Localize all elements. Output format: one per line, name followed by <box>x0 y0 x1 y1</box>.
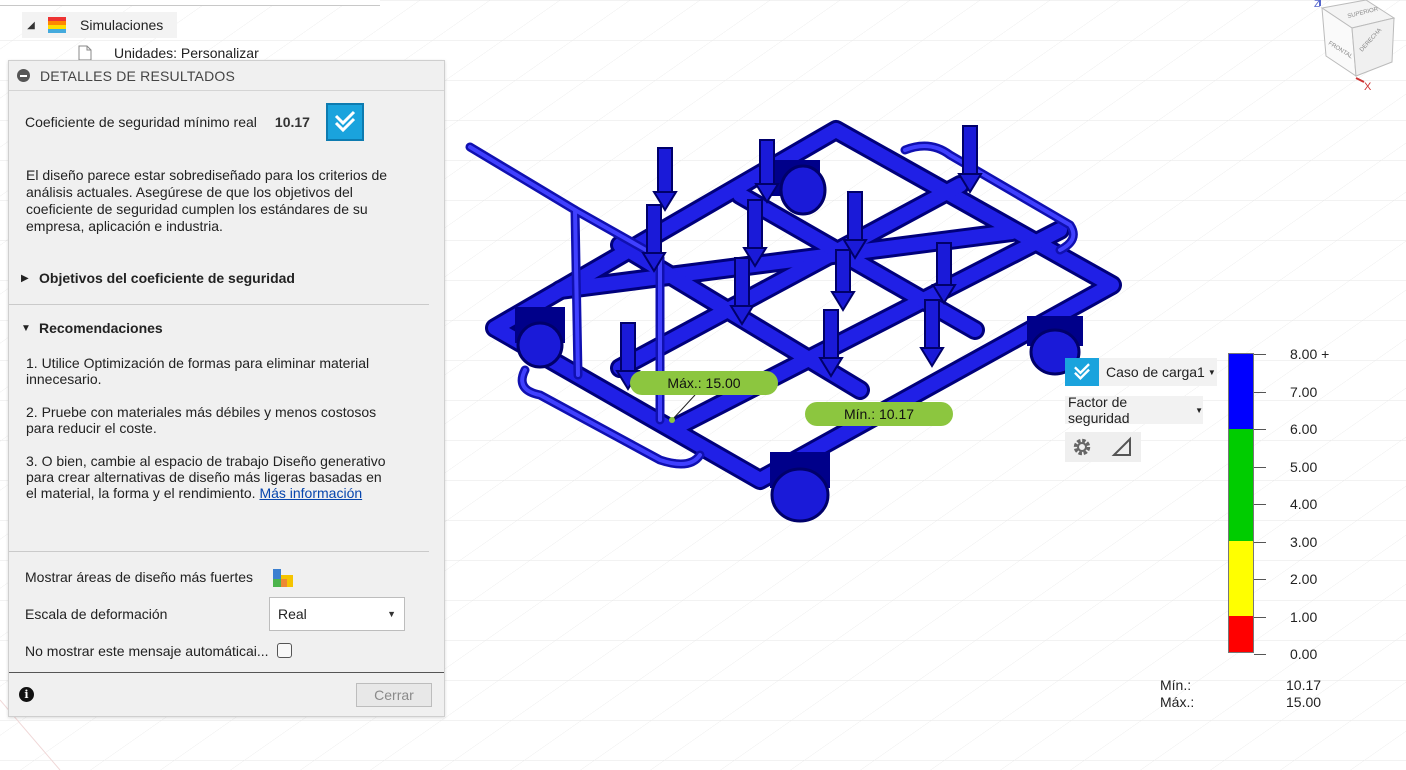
axis-x-line <box>1355 77 1365 83</box>
min-safety-factor-row: Coeficiente de seguridad mínimo real 10.… <box>25 103 364 141</box>
legend-tick <box>1254 541 1266 543</box>
expand-arrow-icon[interactable]: ◢ <box>22 20 40 31</box>
tree-item-label: Simulaciones <box>80 17 164 33</box>
section-recommendations-label: Recomendaciones <box>39 320 163 336</box>
divider <box>9 551 429 552</box>
section-objectives-label: Objetivos del coeficiente de seguridad <box>39 270 295 286</box>
legend-tick <box>1254 616 1266 618</box>
color-legend-bar <box>1228 353 1254 653</box>
summary-min-label: Mín.: <box>1160 677 1192 693</box>
recommendation-item: 2. Pruebe con materiales más débiles y m… <box>26 404 377 436</box>
close-button[interactable]: Cerrar <box>356 683 432 707</box>
collapse-triangle-icon: ▼ <box>21 322 31 334</box>
info-icon[interactable]: i <box>19 687 34 702</box>
panel-header[interactable]: DETALLES DE RESULTADOS <box>9 61 444 91</box>
legend-segment-red <box>1229 616 1253 652</box>
result-type-selector[interactable]: Factor de seguridad ▼ <box>1065 394 1203 426</box>
show-strong-areas-row: Mostrar áreas de diseño más fuertes <box>25 569 253 585</box>
dont-show-row: No mostrar este mensaje automáticai... <box>25 643 269 659</box>
document-icon <box>78 45 92 61</box>
legend-tick <box>1254 579 1266 580</box>
max-point-marker <box>669 417 675 423</box>
tree-item-simulations[interactable]: ◢ Simulaciones <box>22 12 178 38</box>
legend-tick-label: 4.00 <box>1290 496 1318 512</box>
result-type-label: Factor de seguridad <box>1068 394 1130 426</box>
viewcube[interactable]: SUPERIOR FRONTAL DERECHA Z X <box>1312 0 1402 92</box>
deformation-scale-row: Escala de deformación <box>25 606 167 622</box>
summary-min-value: 10.17 <box>1286 677 1322 693</box>
legend-tick-label: 3.00 <box>1290 533 1318 550</box>
section-recommendations[interactable]: ▼ Recomendaciones <box>21 320 163 336</box>
axis-z-label: Z <box>1314 0 1320 10</box>
collapse-icon[interactable] <box>17 69 30 82</box>
panel-title: DETALLES DE RESULTADOS <box>40 67 236 84</box>
tree-item-label: Unidades: Personalizar <box>114 45 259 61</box>
double-check-icon <box>1065 358 1099 386</box>
result-toolbar: Caso de carga1 ▼ Factor de seguridad ▼ <box>1065 358 1217 462</box>
dropdown-caret-icon: ▼ <box>387 609 396 619</box>
legend-tick <box>1254 391 1266 393</box>
legend-tick-label: 2.00 <box>1290 571 1318 587</box>
deformation-scale-value: Real <box>278 606 307 622</box>
legend-segment-blue <box>1229 354 1253 429</box>
axis-x-label: X <box>1364 81 1372 92</box>
show-strong-areas-label: Mostrar áreas de diseño más fuertes <box>25 569 253 585</box>
deformation-scale-label: Escala de deformación <box>25 606 168 622</box>
dont-show-label: No mostrar este mensaje automáticai... <box>25 643 269 659</box>
legend-segment-green <box>1229 429 1253 541</box>
section-objectives[interactable]: ▶ Objetivos del coeficiente de seguridad <box>21 270 295 286</box>
legend-tick <box>1254 429 1266 430</box>
min-safety-factor-label: Coeficiente de seguridad mínimo real <box>25 114 257 130</box>
simulation-icon <box>48 17 66 33</box>
legend-tick <box>1254 654 1266 655</box>
expand-triangle-icon: ▶ <box>21 272 29 284</box>
result-details-panel: DETALLES DE RESULTADOS Coeficiente de se… <box>8 60 445 717</box>
dropdown-caret-icon: ▼ <box>1207 367 1216 377</box>
max-result-tag[interactable]: Máx.: 15.00 <box>630 371 778 395</box>
divider <box>9 304 429 305</box>
double-check-icon <box>325 103 364 141</box>
dropdown-caret-icon: ▼ <box>1195 405 1203 415</box>
legend-tick-label: 0.00 <box>1290 646 1318 662</box>
legend-tick-label: 1.00 <box>1290 608 1318 625</box>
recommendation-item: 1. Utilice Optimización de formas para e… <box>26 355 370 387</box>
legend-ramp-icon[interactable] <box>1111 436 1133 458</box>
legend-tick-label: 5.00 <box>1290 458 1318 475</box>
more-info-link[interactable]: Más información <box>259 485 362 501</box>
legend-tick <box>1254 466 1266 468</box>
recommendation-item: 3. O bien, cambie al espacio de trabajo … <box>26 453 396 501</box>
legend-segment-yellow <box>1229 541 1253 616</box>
legend-tick <box>1254 354 1266 355</box>
panel-footer: i Cerrar <box>9 672 444 716</box>
summary-max-value: 15.00 <box>1286 694 1322 710</box>
design-assessment-text: El diseño parece estar sobrediseñado par… <box>26 167 388 234</box>
legend-tick-label: 6.00 <box>1290 421 1318 437</box>
browser-top-edge <box>0 0 380 6</box>
strong-areas-toggle-icon[interactable] <box>273 569 293 587</box>
min-result-tag[interactable]: Mín.: 10.17 <box>805 402 953 426</box>
load-case-label: Caso de carga1 <box>1106 364 1205 380</box>
summary-max-label: Máx.: <box>1160 694 1195 710</box>
legend-tick-label: 7.00 <box>1290 383 1318 400</box>
legend-tick-label: 8.00 + <box>1290 346 1330 362</box>
dont-show-checkbox[interactable] <box>277 643 292 658</box>
load-case-selector[interactable]: Caso de carga1 ▼ <box>1065 358 1217 386</box>
min-safety-factor-value: 10.17 <box>274 114 310 130</box>
legend-tick <box>1254 504 1266 505</box>
gear-icon[interactable] <box>1071 436 1093 458</box>
deformation-scale-select[interactable]: Real ▼ <box>269 597 405 631</box>
legend-tools <box>1065 432 1141 462</box>
